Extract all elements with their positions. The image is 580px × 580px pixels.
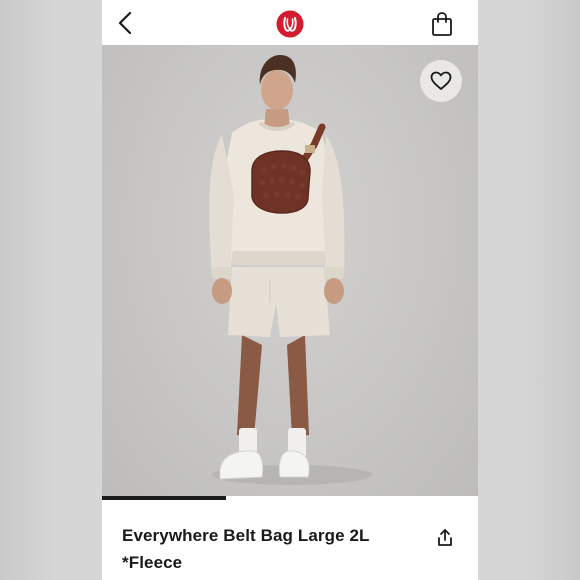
top-navigation-bar — [102, 0, 478, 45]
back-button[interactable] — [114, 10, 138, 36]
product-image-gallery[interactable] — [102, 45, 478, 500]
share-icon — [438, 529, 452, 546]
product-photo — [209, 55, 372, 485]
heart-outline-icon — [430, 71, 452, 90]
product-page: Everywhere Belt Bag Large 2L *Fleece — [102, 0, 478, 580]
cart-button[interactable] — [429, 10, 455, 38]
product-title: Everywhere Belt Bag Large 2L *Fleece — [122, 526, 370, 572]
image-progress-fill — [102, 496, 227, 500]
favorite-button[interactable] — [420, 60, 462, 102]
share-button[interactable] — [436, 528, 454, 548]
chevron-left-icon — [118, 11, 132, 35]
lululemon-logo-icon — [276, 10, 304, 38]
shopping-bag-icon — [432, 12, 452, 36]
lululemon-logo[interactable] — [276, 10, 304, 38]
screenshot-stage: Everywhere Belt Bag Large 2L *Fleece — [0, 0, 580, 580]
image-progress-bar — [102, 496, 478, 502]
